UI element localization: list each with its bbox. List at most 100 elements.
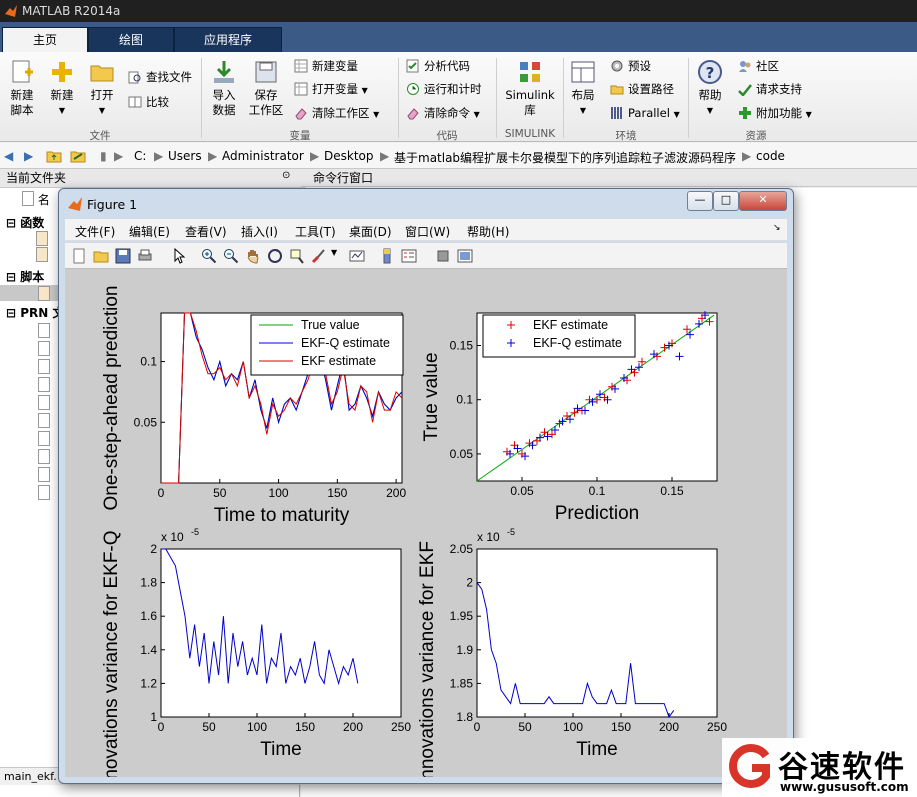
save-icon[interactable] xyxy=(115,248,131,264)
y-tick-label: 2 xyxy=(150,542,157,556)
maximize-button[interactable]: □ xyxy=(713,191,739,211)
forward-arrow-icon[interactable]: ▶ xyxy=(24,149,33,163)
brush-dropdown-icon[interactable]: ▼ xyxy=(331,248,337,257)
simulink-library-button[interactable]: Simulink 库 xyxy=(502,58,558,118)
tab-plots[interactable]: 绘图 xyxy=(88,27,174,53)
data-cursor-icon[interactable] xyxy=(289,248,305,264)
legend-icon[interactable] xyxy=(401,248,417,264)
panel-menu-icon[interactable]: ⊙ xyxy=(282,170,290,181)
browse-folder-icon[interactable] xyxy=(70,149,86,166)
menu-window[interactable]: 窗口(W) xyxy=(405,223,450,240)
menu-file[interactable]: 文件(F) xyxy=(75,223,115,240)
run-and-time-button[interactable]: 运行和计时 xyxy=(406,80,482,98)
import-data-icon xyxy=(214,61,234,83)
breadcrumb-drive[interactable]: C: xyxy=(134,149,146,163)
layout-button[interactable]: 布局 ▼ xyxy=(568,58,598,118)
open-variable-button[interactable]: 打开变量 ▼ xyxy=(294,80,368,98)
menu-help[interactable]: 帮助(H) xyxy=(467,223,509,240)
compare-button[interactable]: 比较 xyxy=(128,93,169,111)
file-item[interactable] xyxy=(38,323,50,339)
breadcrumb-code[interactable]: code xyxy=(756,149,785,163)
breadcrumb-administrator[interactable]: Administrator xyxy=(222,149,304,163)
file-item[interactable] xyxy=(38,395,50,411)
clear-commands-button[interactable]: 清除命令 ▼ xyxy=(406,104,480,122)
rotate-3d-icon[interactable] xyxy=(267,248,283,264)
figure-canvas[interactable]: 0 50 100 150 200 0.05 0.1 Time to maturity One-s… xyxy=(65,269,787,777)
figure-plots: 0 50 100 150 2000.050.1Time to maturityOne-s… xyxy=(101,286,727,777)
legend-entry: EKF-Q estimate xyxy=(301,336,390,350)
brush-icon[interactable] xyxy=(311,248,327,264)
link-plot-icon[interactable] xyxy=(349,248,365,264)
pointer-icon[interactable] xyxy=(171,248,187,264)
section-functions[interactable]: ⊟ 函数 xyxy=(6,215,44,231)
open-variable-label: 打开变量 xyxy=(312,82,358,96)
file-item[interactable] xyxy=(38,377,50,393)
x-tick-label: 0.15 xyxy=(660,484,684,498)
back-arrow-icon[interactable]: ◀ xyxy=(4,149,13,163)
clear-workspace-button[interactable]: 清除工作区 ▼ xyxy=(294,104,379,122)
new-label: 新建 xyxy=(50,88,74,102)
exponent-power: -5 xyxy=(507,527,515,537)
open-button[interactable]: 打开 ▼ xyxy=(84,58,120,118)
minimize-button[interactable]: — xyxy=(687,191,713,211)
new-script-button[interactable]: 新建 脚本 xyxy=(4,58,40,118)
new-variable-button[interactable]: 新建变量 xyxy=(294,57,358,75)
new-button[interactable]: 新建 ▼ xyxy=(44,58,80,118)
new-figure-icon[interactable] xyxy=(71,248,87,264)
menu-desktop[interactable]: 桌面(D) xyxy=(349,223,392,240)
request-support-button[interactable]: 请求支持 xyxy=(738,80,802,98)
print-icon[interactable] xyxy=(137,248,153,264)
breadcrumb-project-folder[interactable]: 基于matlab编程扩展卡尔曼模型下的序列追踪粒子滤波源码程序 xyxy=(394,149,736,166)
breadcrumb-users[interactable]: Users xyxy=(168,149,202,163)
file-item[interactable] xyxy=(38,449,50,465)
dock-arrow-icon[interactable]: ↘ xyxy=(773,223,781,233)
close-button[interactable]: ✕ xyxy=(739,191,787,211)
open-variable-icon xyxy=(294,82,308,96)
file-item[interactable] xyxy=(38,341,50,357)
ribbon: 新建 脚本 新建 ▼ 打开 ▼ 查找文件 比较 文件 导入 数据 保存 工作区 … xyxy=(0,52,917,142)
menu-insert[interactable]: 插入(I) xyxy=(241,223,278,240)
file-details-text: main_ekf. xyxy=(4,770,57,783)
set-path-button[interactable]: 设置路径 xyxy=(610,80,674,98)
file-item[interactable] xyxy=(38,431,50,447)
zoom-in-icon[interactable] xyxy=(201,248,217,264)
zoom-out-icon[interactable] xyxy=(223,248,239,264)
save-workspace-button[interactable]: 保存 工作区 xyxy=(246,58,286,118)
import-data-button[interactable]: 导入 数据 xyxy=(206,58,242,118)
menu-view[interactable]: 查看(V) xyxy=(185,223,227,240)
column-name-header[interactable]: 名 xyxy=(22,191,50,207)
file-item[interactable] xyxy=(38,413,50,429)
breadcrumb-desktop[interactable]: Desktop xyxy=(324,149,374,163)
group-label-simulink: SIMULINK xyxy=(504,128,556,140)
community-button[interactable]: 社区 xyxy=(738,57,779,75)
tab-home[interactable]: 主页 xyxy=(2,27,88,53)
menu-edit[interactable]: 编辑(E) xyxy=(129,223,170,240)
pan-hand-icon[interactable] xyxy=(245,248,261,264)
preferences-button[interactable]: 预设 xyxy=(610,57,651,75)
file-item[interactable] xyxy=(38,467,50,483)
hide-plot-tools-icon[interactable] xyxy=(435,248,451,264)
y-tick-label: 1.95 xyxy=(450,609,474,623)
x-tick-label: 250 xyxy=(391,720,411,734)
file-item[interactable] xyxy=(38,485,50,501)
analyze-code-button[interactable]: 分析代码 xyxy=(406,57,470,75)
colorbar-icon[interactable] xyxy=(379,248,395,264)
parallel-button[interactable]: Parallel ▼ xyxy=(610,104,680,122)
add-ons-button[interactable]: 附加功能 ▼ xyxy=(738,104,812,122)
up-folder-icon[interactable] xyxy=(46,149,62,166)
file-item[interactable] xyxy=(38,359,50,375)
x-tick-label: 100 xyxy=(247,720,267,734)
file-item[interactable] xyxy=(36,247,48,263)
show-plot-tools-icon[interactable] xyxy=(457,248,473,264)
menu-tools[interactable]: 工具(T) xyxy=(295,223,336,240)
section-prn[interactable]: ⊟ PRN 文 xyxy=(6,305,65,321)
find-files-label: 查找文件 xyxy=(146,70,192,84)
help-button[interactable]: ? 帮助 ▼ xyxy=(694,58,726,118)
file-item[interactable] xyxy=(36,231,48,247)
section-scripts[interactable]: ⊟ 脚本 xyxy=(6,269,44,285)
tab-apps[interactable]: 应用程序 xyxy=(174,27,282,53)
group-separator xyxy=(201,58,202,138)
open-file-icon[interactable] xyxy=(93,248,109,264)
run-and-time-label: 运行和计时 xyxy=(424,82,482,96)
find-files-button[interactable]: 查找文件 xyxy=(128,68,192,86)
